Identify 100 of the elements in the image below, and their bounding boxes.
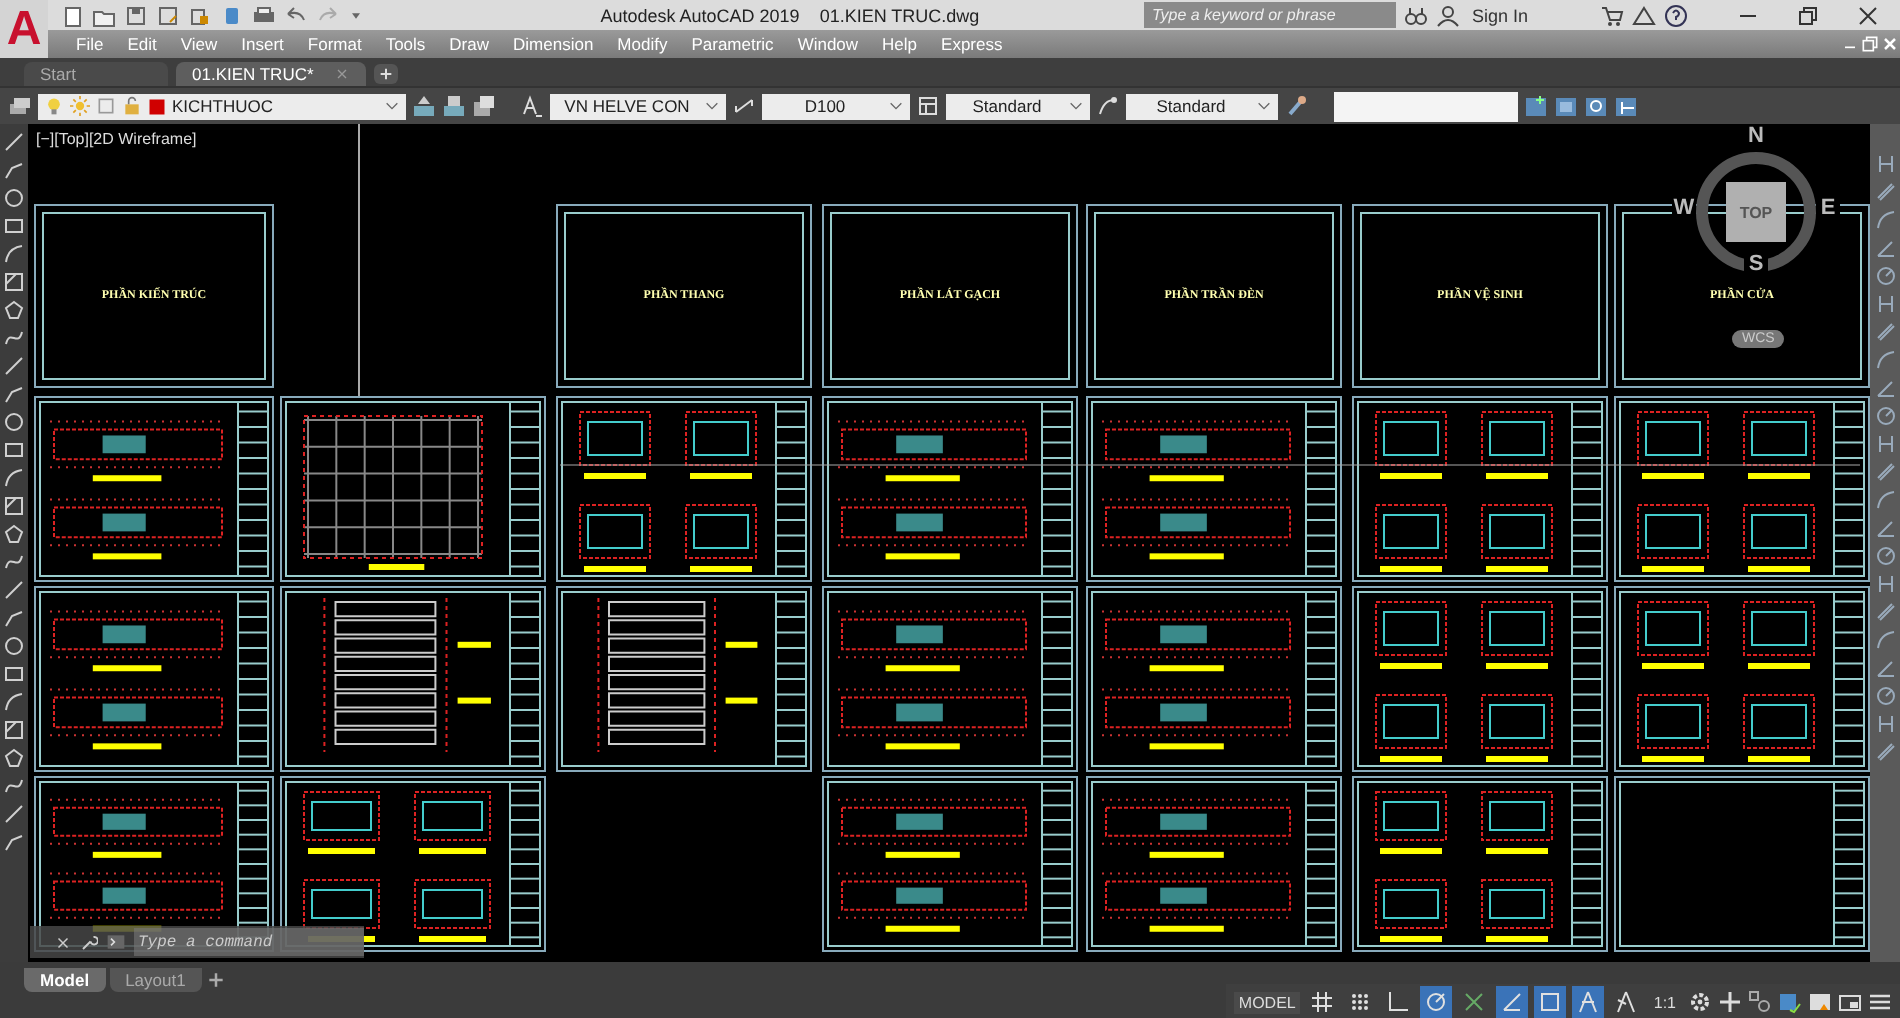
aligned-dimension-icon[interactable]: [1873, 320, 1897, 344]
layer-state-icon[interactable]: [472, 94, 496, 118]
model-space-button[interactable]: MODEL: [1234, 991, 1300, 1013]
close-icon[interactable]: [1856, 3, 1880, 27]
menu-item[interactable]: Draw: [437, 34, 502, 54]
new-tab-button[interactable]: [373, 64, 398, 84]
layer-dropdown[interactable]: KICHTHUOC: [38, 93, 406, 119]
text-style-icon[interactable]: [520, 94, 544, 118]
spline-icon[interactable]: [2, 550, 26, 574]
viewport-label[interactable]: [−][Top][2D Wireframe]: [36, 130, 197, 148]
linear-dimension-icon[interactable]: [1873, 572, 1897, 596]
polyline-icon[interactable]: [2, 382, 26, 406]
angular-dimension-icon[interactable]: [1873, 236, 1897, 260]
spline-icon[interactable]: [2, 774, 26, 798]
search-field[interactable]: Type a keyword or phrase: [1143, 2, 1396, 28]
linear-dimension-icon[interactable]: [1873, 432, 1897, 456]
spline-icon[interactable]: [2, 326, 26, 350]
layer-match-icon[interactable]: [412, 94, 436, 118]
object-snap-toggle[interactable]: [1533, 986, 1566, 1018]
multileader-style-dropdown[interactable]: Standard: [1126, 93, 1278, 119]
plot-icon[interactable]: [252, 3, 276, 27]
dimension-style-icon[interactable]: [732, 94, 756, 118]
document-tab[interactable]: Start: [24, 62, 168, 86]
compass-direction[interactable]: E: [1816, 196, 1840, 220]
table-style-dropdown[interactable]: Standard: [946, 93, 1090, 119]
linear-dimension-icon[interactable]: [1873, 712, 1897, 736]
line-icon[interactable]: [2, 354, 26, 378]
hatch-icon[interactable]: [2, 270, 26, 294]
angular-dimension-icon[interactable]: [1873, 376, 1897, 400]
menu-item[interactable]: Express: [929, 34, 1015, 54]
polygon-icon[interactable]: [2, 746, 26, 770]
text-style-dropdown[interactable]: VN HELVE CON: [550, 93, 726, 119]
rectangle-icon[interactable]: [2, 214, 26, 238]
layout-tab[interactable]: Layout1: [109, 968, 202, 992]
zoom-viewport-icon[interactable]: [1584, 94, 1608, 118]
restore-icon[interactable]: [1796, 3, 1820, 27]
line-icon[interactable]: [2, 802, 26, 826]
cart-icon[interactable]: [1600, 3, 1624, 27]
triangle-icon[interactable]: [1632, 3, 1656, 27]
annotation-visibility-toggle[interactable]: [1571, 986, 1604, 1018]
aligned-dimension-icon[interactable]: [1873, 740, 1897, 764]
rectangle-icon[interactable]: [2, 438, 26, 462]
polyline-icon[interactable]: [2, 158, 26, 182]
sign-in-link[interactable]: Sign In: [1467, 5, 1592, 25]
object-tracking-toggle[interactable]: [1495, 986, 1528, 1018]
annotation-scale[interactable]: 1:1: [1647, 993, 1682, 1011]
arc-dimension-icon[interactable]: [1873, 208, 1897, 232]
arc-dimension-icon[interactable]: [1873, 488, 1897, 512]
table-style-icon[interactable]: [916, 94, 940, 118]
arc-icon[interactable]: [2, 690, 26, 714]
viewport-icon[interactable]: [1554, 94, 1578, 118]
polyline-icon[interactable]: [2, 606, 26, 630]
save-icon[interactable]: [124, 3, 148, 27]
menu-item[interactable]: Edit: [115, 34, 169, 54]
aligned-dimension-icon[interactable]: [1873, 600, 1897, 624]
menu-item[interactable]: Window: [785, 34, 871, 54]
command-input[interactable]: Type a command: [134, 928, 364, 956]
menu-item[interactable]: Dimension: [501, 34, 606, 54]
publish-icon[interactable]: [188, 3, 212, 27]
command-prompt-icon[interactable]: [106, 932, 126, 952]
view-cube-face[interactable]: TOP: [1726, 182, 1786, 242]
brush-icon[interactable]: [1284, 94, 1308, 118]
circle-icon[interactable]: [2, 410, 26, 434]
rectangle-icon[interactable]: [2, 662, 26, 686]
add-layout-icon[interactable]: [1524, 94, 1548, 118]
aligned-dimension-icon[interactable]: [1873, 460, 1897, 484]
binoculars-icon[interactable]: [1403, 3, 1428, 27]
help-icon[interactable]: [1664, 3, 1688, 27]
hardware-acceleration-icon[interactable]: [1778, 990, 1802, 1014]
linear-dimension-icon[interactable]: [1873, 152, 1897, 176]
save-as-icon[interactable]: [156, 3, 180, 27]
clean-screen-icon[interactable]: [1808, 990, 1832, 1014]
share-icon[interactable]: [220, 3, 244, 27]
compass-direction[interactable]: S: [1744, 252, 1768, 276]
radius-dimension-icon[interactable]: [1873, 544, 1897, 568]
hatch-icon[interactable]: [2, 718, 26, 742]
input-field[interactable]: [1334, 91, 1518, 121]
arc-icon[interactable]: [2, 466, 26, 490]
linear-dimension-icon[interactable]: [1873, 292, 1897, 316]
restore-icon[interactable]: [1860, 34, 1880, 54]
plus-icon[interactable]: [205, 970, 226, 990]
menu-item[interactable]: Format: [295, 34, 374, 54]
padlock-icon[interactable]: [122, 96, 142, 116]
user-icon[interactable]: [1435, 3, 1460, 27]
arc-icon[interactable]: [2, 242, 26, 266]
angular-dimension-icon[interactable]: [1873, 516, 1897, 540]
radius-dimension-icon[interactable]: [1873, 684, 1897, 708]
layer-properties-icon[interactable]: [8, 94, 32, 118]
application-menu-button[interactable]: A: [0, 0, 48, 58]
arc-dimension-icon[interactable]: [1873, 348, 1897, 372]
menu-icon[interactable]: [1868, 990, 1892, 1014]
polygon-icon[interactable]: [2, 298, 26, 322]
compass-direction[interactable]: W: [1672, 196, 1696, 220]
arc-dimension-icon[interactable]: [1873, 628, 1897, 652]
layer-previous-icon[interactable]: [442, 94, 466, 118]
menu-item[interactable]: Insert: [229, 34, 296, 54]
line-icon[interactable]: [2, 578, 26, 602]
menu-item[interactable]: File: [64, 34, 116, 54]
menu-item[interactable]: Parametric: [679, 34, 786, 54]
lightbulb-icon[interactable]: [44, 96, 64, 116]
